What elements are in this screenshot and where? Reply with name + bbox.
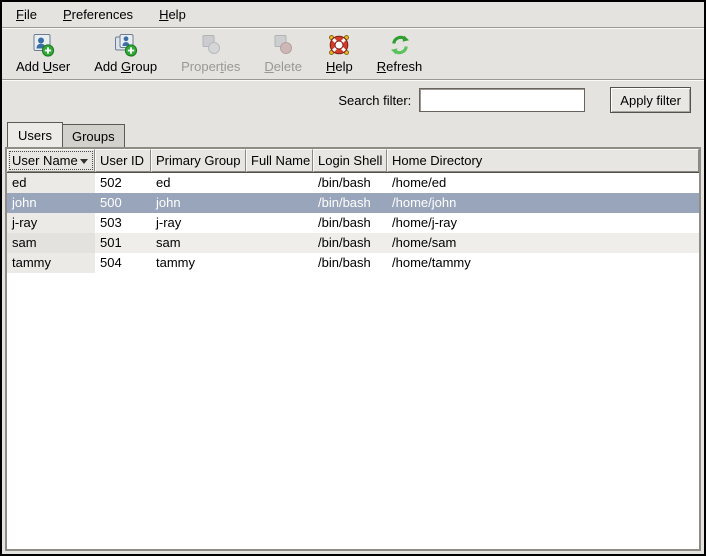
cell-primary-group: j-ray [151, 213, 246, 233]
table-empty-area [7, 273, 699, 549]
table-row-j-ray[interactable]: j-ray 503 j-ray /bin/bash /home/j-ray [7, 213, 699, 233]
cell-primary-group: ed [151, 173, 246, 193]
cell-home-directory: /home/john [387, 193, 699, 213]
column-header-user-name[interactable]: User Name [7, 149, 95, 172]
menu-preferences[interactable]: Preferences [57, 4, 139, 25]
delete-icon [271, 33, 295, 57]
column-header-primary-group[interactable]: Primary Group [151, 149, 246, 172]
cell-primary-group: sam [151, 233, 246, 253]
toolbar: Add User Add Group [2, 29, 704, 79]
cell-user-name: john [7, 193, 95, 213]
tab-groups[interactable]: Groups [62, 124, 125, 147]
add-group-icon [114, 33, 138, 57]
cell-full-name [246, 173, 313, 193]
column-header-full-name[interactable]: Full Name [246, 149, 313, 172]
search-filter-input[interactable] [419, 88, 585, 112]
column-header-user-id[interactable]: User ID [95, 149, 151, 172]
cell-primary-group: tammy [151, 253, 246, 273]
cell-full-name [246, 233, 313, 253]
cell-login-shell: /bin/bash [313, 193, 387, 213]
help-label: Help [326, 59, 353, 74]
table-row-sam[interactable]: sam 501 sam /bin/bash /home/sam [7, 233, 699, 253]
cell-home-directory: /home/ed [387, 173, 699, 193]
table-header: User Name User ID Primary Group Full Nam… [7, 149, 699, 173]
cell-user-id: 500 [95, 193, 151, 213]
refresh-label: Refresh [377, 59, 423, 74]
cell-user-id: 504 [95, 253, 151, 273]
cell-user-name: sam [7, 233, 95, 253]
menu-file[interactable]: File [10, 4, 43, 25]
filter-row: Search filter: Apply filter [2, 81, 704, 119]
apply-filter-button[interactable]: Apply filter [610, 87, 691, 113]
help-icon [327, 33, 351, 57]
cell-login-shell: /bin/bash [313, 253, 387, 273]
properties-icon [199, 33, 223, 57]
tab-strip: Users Groups [2, 119, 704, 147]
cell-home-directory: /home/tammy [387, 253, 699, 273]
delete-button: Delete [258, 32, 308, 75]
column-header-home-directory[interactable]: Home Directory [387, 149, 699, 172]
tab-users[interactable]: Users [7, 122, 63, 147]
user-manager-window: File Preferences Help Add User [0, 0, 706, 556]
cell-primary-group: john [151, 193, 246, 213]
sort-descending-icon [80, 159, 88, 164]
users-table: User Name User ID Primary Group Full Nam… [5, 147, 701, 551]
cell-user-id: 502 [95, 173, 151, 193]
properties-label: Properties [181, 59, 240, 74]
cell-login-shell: /bin/bash [313, 233, 387, 253]
cell-user-id: 501 [95, 233, 151, 253]
cell-full-name [246, 253, 313, 273]
cell-full-name [246, 213, 313, 233]
menubar: File Preferences Help [2, 2, 704, 27]
table-row-tammy[interactable]: tammy 504 tammy /bin/bash /home/tammy [7, 253, 699, 273]
refresh-button[interactable]: Refresh [371, 32, 429, 75]
add-user-label: Add User [16, 59, 70, 74]
cell-home-directory: /home/j-ray [387, 213, 699, 233]
help-button[interactable]: Help [320, 32, 359, 75]
add-group-label: Add Group [94, 59, 157, 74]
cell-user-id: 503 [95, 213, 151, 233]
search-filter-label: Search filter: [338, 93, 411, 108]
column-header-login-shell[interactable]: Login Shell [313, 149, 387, 172]
cell-full-name [246, 193, 313, 213]
cell-login-shell: /bin/bash [313, 173, 387, 193]
cell-home-directory: /home/sam [387, 233, 699, 253]
delete-label: Delete [264, 59, 302, 74]
add-user-button[interactable]: Add User [10, 32, 76, 75]
add-group-button[interactable]: Add Group [88, 32, 163, 75]
cell-user-name: tammy [7, 253, 95, 273]
table-row-ed[interactable]: ed 502 ed /bin/bash /home/ed [7, 173, 699, 193]
cell-user-name: ed [7, 173, 95, 193]
cell-user-name: j-ray [7, 213, 95, 233]
menu-help[interactable]: Help [153, 4, 192, 25]
refresh-icon [388, 33, 412, 57]
cell-login-shell: /bin/bash [313, 213, 387, 233]
add-user-icon [31, 33, 55, 57]
table-row-john-selected[interactable]: john 500 john /bin/bash /home/john [7, 193, 699, 213]
properties-button: Properties [175, 32, 246, 75]
